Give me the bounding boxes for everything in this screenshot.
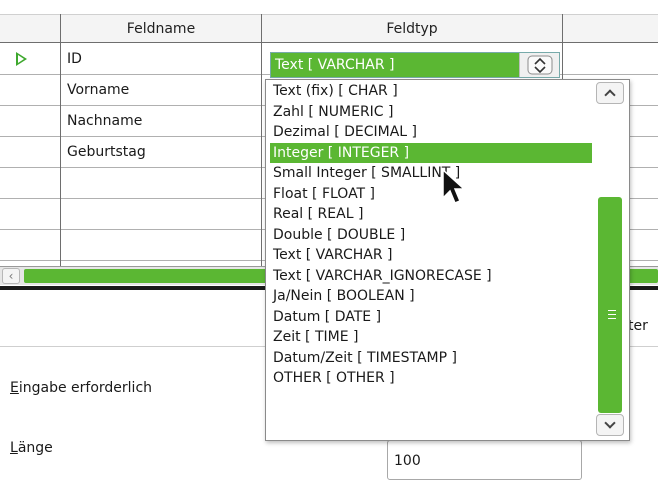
length-input[interactable]: 100 bbox=[387, 440, 582, 480]
field-name-cell[interactable]: Vorname bbox=[67, 75, 129, 105]
grip-icon bbox=[608, 310, 616, 319]
dropdown-option[interactable]: Small Integer [ SMALLINT ] bbox=[270, 163, 592, 184]
header-feldtyp[interactable]: Feldtyp bbox=[262, 15, 562, 43]
header-feldname[interactable]: Feldname bbox=[61, 15, 261, 43]
length-label-text: änge bbox=[17, 440, 53, 456]
dropdown-option[interactable]: OTHER [ OTHER ] bbox=[270, 368, 592, 389]
chevron-left-icon[interactable]: ‹ bbox=[2, 268, 20, 284]
required-label-mnemonic: E bbox=[10, 380, 19, 396]
dropdown-option[interactable]: Ja/Nein [ BOOLEAN ] bbox=[270, 286, 592, 307]
mouse-pointer-icon bbox=[441, 168, 469, 208]
dropdown-option[interactable]: Text [ VARCHAR ] bbox=[270, 245, 592, 266]
dropdown-option[interactable]: Float [ FLOAT ] bbox=[270, 184, 592, 205]
dropdown-option[interactable]: Real [ REAL ] bbox=[270, 204, 592, 225]
column-divider bbox=[60, 14, 61, 266]
row-selector[interactable] bbox=[0, 44, 60, 74]
dropdown-scrollbar[interactable] bbox=[594, 82, 628, 438]
dropdown-option[interactable]: Datum/Zeit [ TIMESTAMP ] bbox=[270, 348, 592, 369]
table-header: Feldname Feldtyp bbox=[0, 14, 658, 43]
field-type-dropdown-list[interactable]: Text (fix) [ CHAR ] Zahl [ NUMERIC ] Dez… bbox=[265, 79, 630, 441]
row-selector[interactable] bbox=[0, 199, 60, 229]
dropdown-option[interactable]: Zeit [ TIME ] bbox=[270, 327, 592, 348]
row-selector[interactable] bbox=[0, 230, 60, 260]
field-name-cell[interactable]: Geburtstag bbox=[67, 137, 146, 167]
row-selector[interactable] bbox=[0, 168, 60, 198]
dropdown-option[interactable]: Zahl [ NUMERIC ] bbox=[270, 102, 592, 123]
dropdown-option[interactable]: Text (fix) [ CHAR ] bbox=[270, 81, 592, 102]
dropdown-option[interactable]: Double [ DOUBLE ] bbox=[270, 225, 592, 246]
row-selector[interactable] bbox=[0, 106, 60, 136]
column-divider bbox=[261, 14, 262, 266]
row-selector[interactable] bbox=[0, 137, 60, 167]
required-label-text: ingabe erforderlich bbox=[18, 380, 153, 396]
chevron-down-icon[interactable] bbox=[596, 414, 624, 436]
dropdown-option[interactable]: Datum [ DATE ] bbox=[270, 307, 592, 328]
field-type-combobox[interactable]: Text [ VARCHAR ] bbox=[270, 52, 560, 78]
row-selector[interactable] bbox=[0, 75, 60, 105]
field-name-cell[interactable]: Nachname bbox=[67, 106, 142, 136]
dropdown-option[interactable]: Text [ VARCHAR_IGNORECASE ] bbox=[270, 266, 592, 287]
length-label-mnemonic: L bbox=[10, 440, 18, 456]
length-label: Länge bbox=[10, 440, 53, 456]
clipped-label: ter bbox=[628, 318, 648, 334]
field-name-cell[interactable]: ID bbox=[67, 44, 82, 74]
field-type-value[interactable]: Text [ VARCHAR ] bbox=[271, 53, 519, 77]
dropdown-option-highlighted[interactable]: Integer [ INTEGER ] bbox=[270, 142, 592, 163]
dropdown-scroll-thumb[interactable] bbox=[598, 197, 622, 413]
chevron-up-icon[interactable] bbox=[596, 82, 624, 104]
spin-updown-icon[interactable] bbox=[519, 53, 559, 77]
current-row-arrow-icon bbox=[16, 52, 27, 66]
dropdown-option[interactable]: Dezimal [ DECIMAL ] bbox=[270, 122, 592, 143]
required-label: Eingabe erforderlich bbox=[10, 380, 152, 396]
